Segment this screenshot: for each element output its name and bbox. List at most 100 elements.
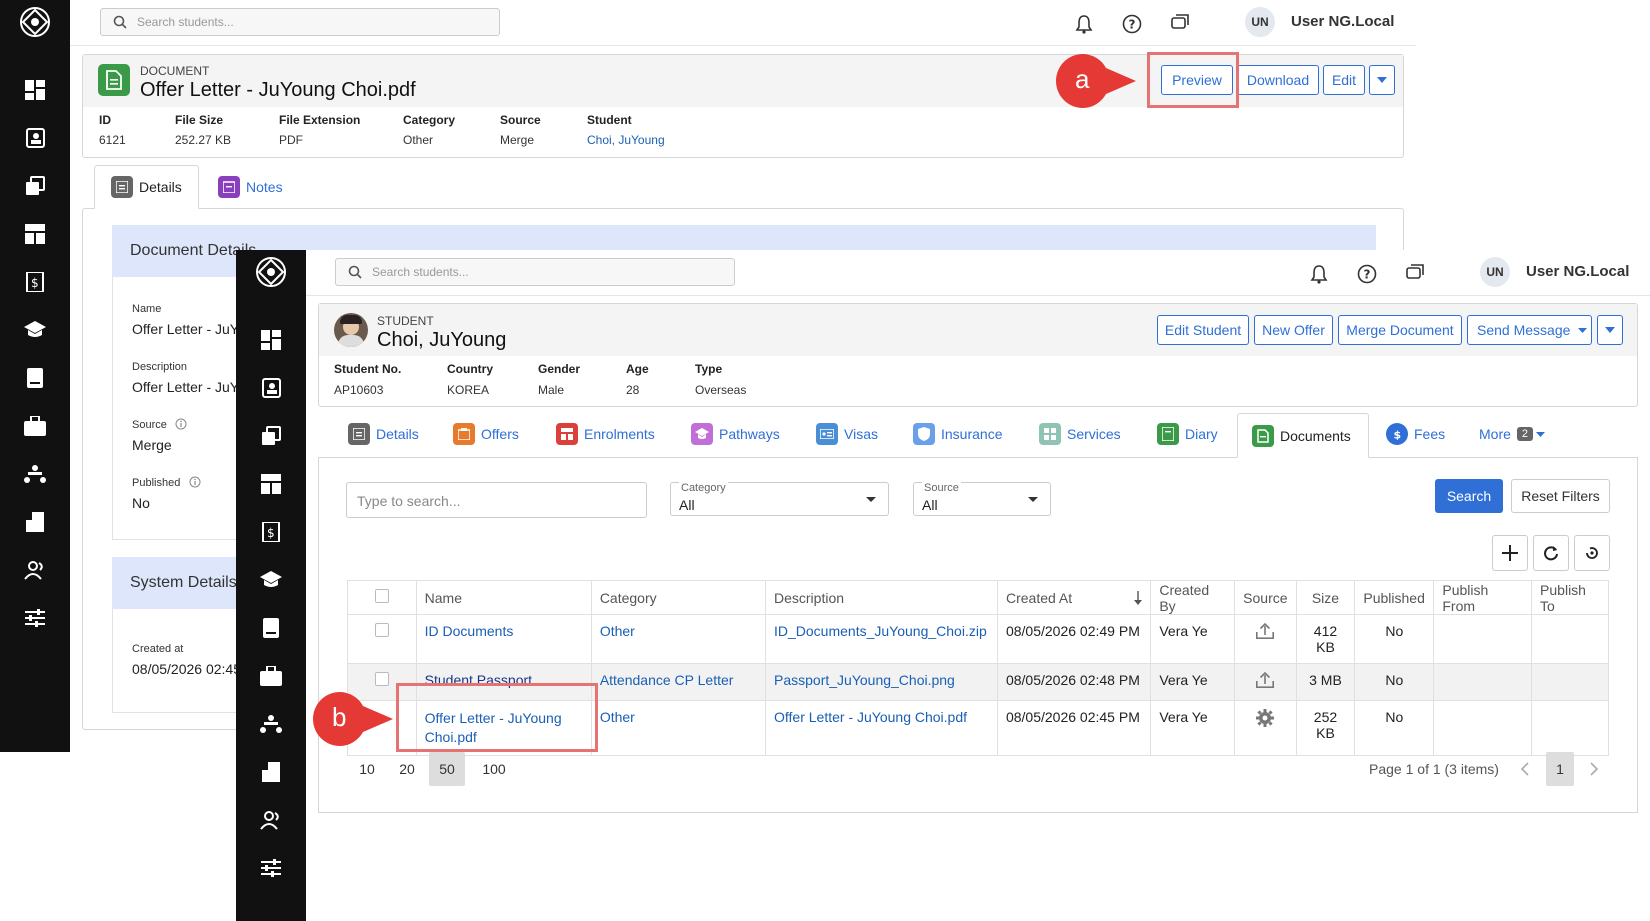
source-select[interactable]: Source All (913, 482, 1051, 516)
user-avatar[interactable]: UN (1480, 257, 1510, 287)
settings-sliders-icon[interactable] (236, 848, 306, 888)
merge-document-button[interactable]: Merge Document (1338, 315, 1462, 345)
tab-offers[interactable]: Offers (453, 414, 519, 454)
help-icon[interactable]: ? (1120, 12, 1144, 36)
meta-student-link[interactable]: Choi, JuYoung (587, 133, 665, 147)
meta-id-label: ID (99, 113, 111, 127)
graduation-icon[interactable] (0, 310, 70, 350)
document-description-link[interactable]: Passport_JuYoung_Choi.png (765, 663, 998, 701)
page-size-10[interactable]: 10 (355, 752, 379, 786)
tab-pathways[interactable]: Pathways (691, 414, 780, 454)
type-to-search-input[interactable]: Type to search... (346, 482, 647, 518)
tab-fees[interactable]: $ Fees (1386, 414, 1445, 454)
column-header-created-by[interactable]: Created By (1150, 580, 1236, 615)
tab-details[interactable]: Details (348, 414, 419, 454)
column-header-publish-to[interactable]: Publish To (1531, 580, 1609, 615)
settings-sliders-icon[interactable] (0, 598, 70, 638)
student-more-dropdown[interactable] (1597, 315, 1623, 345)
invoice-icon[interactable]: $ (236, 512, 306, 552)
book-icon[interactable] (0, 358, 70, 398)
add-document-button[interactable] (1492, 535, 1528, 571)
column-header-size[interactable]: Size (1295, 580, 1356, 615)
document-name-link[interactable]: ID Documents (415, 614, 592, 664)
book-icon[interactable] (236, 608, 306, 648)
students-icon[interactable] (236, 368, 306, 408)
help-icon[interactable]: ? (1355, 262, 1379, 286)
refresh-button[interactable] (1533, 535, 1569, 571)
search-button[interactable]: Search (1435, 479, 1503, 513)
document-category-link[interactable]: Other (590, 614, 767, 664)
column-header-description[interactable]: Description (765, 580, 998, 615)
users-icon[interactable] (236, 800, 306, 840)
download-button[interactable]: Download (1237, 65, 1319, 95)
chat-icon[interactable] (1168, 12, 1192, 36)
network-icon[interactable] (0, 454, 70, 494)
column-header-category[interactable]: Category (590, 580, 767, 615)
new-offer-button[interactable]: New Offer (1254, 315, 1333, 345)
tab-enrolments[interactable]: Enrolments (556, 414, 655, 454)
edit-button[interactable]: Edit (1323, 65, 1365, 95)
tab-diary[interactable]: Diary (1157, 414, 1218, 454)
column-header-published[interactable]: Published (1354, 580, 1435, 615)
user-avatar[interactable]: UN (1245, 7, 1275, 37)
column-header-name[interactable]: Name (415, 580, 592, 615)
documents-icon[interactable] (236, 416, 306, 456)
layout-icon[interactable] (236, 464, 306, 504)
document-description-link[interactable]: Offer Letter - JuYoung Choi.pdf (765, 700, 998, 756)
building-icon[interactable] (236, 752, 306, 792)
users-icon[interactable] (0, 550, 70, 590)
document-description-link[interactable]: ID_Documents_JuYoung_Choi.zip (765, 614, 998, 664)
invoice-icon[interactable]: $ (0, 262, 70, 302)
tab-details[interactable]: Details (94, 165, 199, 209)
layout-icon[interactable] (0, 214, 70, 254)
next-page-button[interactable] (1584, 752, 1604, 786)
reset-layout-button[interactable] (1574, 535, 1610, 571)
row-checkbox[interactable] (374, 623, 389, 637)
tab-documents[interactable]: Documents (1237, 413, 1369, 458)
briefcase-icon[interactable] (0, 406, 70, 446)
page-1-button[interactable]: 1 (1546, 752, 1574, 786)
row-checkbox[interactable] (374, 672, 389, 686)
edit-student-button[interactable]: Edit Student (1157, 315, 1249, 345)
page-size-100[interactable]: 100 (478, 752, 510, 786)
tab-more[interactable]: More 2 (1479, 414, 1546, 454)
dashboard-icon[interactable] (236, 320, 306, 360)
briefcase-icon[interactable] (236, 656, 306, 696)
column-header-publish-from[interactable]: Publish From (1433, 580, 1533, 615)
graduation-icon[interactable] (236, 560, 306, 600)
app-logo-icon[interactable] (0, 0, 70, 44)
back-search-input[interactable]: Search students... (100, 8, 500, 36)
user-name[interactable]: User NG.Local (1291, 13, 1394, 30)
app-logo-icon[interactable] (236, 250, 306, 294)
building-icon[interactable] (0, 502, 70, 542)
network-icon[interactable] (236, 704, 306, 744)
prev-page-button[interactable] (1515, 752, 1535, 786)
page-size-50[interactable]: 50 (429, 752, 465, 786)
table-row[interactable]: ID Documents Other ID_Documents_JuYoung_… (347, 614, 1609, 664)
bell-icon[interactable] (1307, 262, 1331, 286)
send-message-button[interactable]: Send Message (1467, 315, 1592, 345)
documents-icon[interactable] (0, 166, 70, 206)
tab-insurance[interactable]: Insurance (913, 414, 1002, 454)
tab-services[interactable]: Services (1039, 414, 1121, 454)
tab-notes[interactable]: Notes (218, 167, 283, 207)
chat-icon[interactable] (1403, 262, 1427, 286)
page-size-20[interactable]: 20 (395, 752, 419, 786)
more-actions-dropdown[interactable] (1369, 65, 1395, 95)
user-name[interactable]: User NG.Local (1526, 263, 1629, 280)
bell-icon[interactable] (1072, 12, 1096, 36)
tab-visas[interactable]: Visas (816, 414, 878, 454)
column-header-created-at[interactable]: Created At (996, 580, 1152, 615)
offers-tab-icon (453, 423, 475, 445)
document-category-link[interactable]: Attendance CP Letter (590, 663, 767, 701)
front-search-input[interactable]: Search students... (335, 258, 735, 286)
callout-a-label: a (1075, 64, 1090, 94)
category-select[interactable]: Category All (670, 482, 889, 516)
column-header-source[interactable]: Source (1234, 580, 1297, 615)
dashboard-icon[interactable] (0, 70, 70, 110)
students-icon[interactable] (0, 118, 70, 158)
select-all-header[interactable] (347, 580, 417, 615)
reset-filters-button[interactable]: Reset Filters (1511, 479, 1610, 513)
document-category-link[interactable]: Other (590, 700, 767, 756)
select-all-checkbox[interactable] (374, 589, 389, 603)
